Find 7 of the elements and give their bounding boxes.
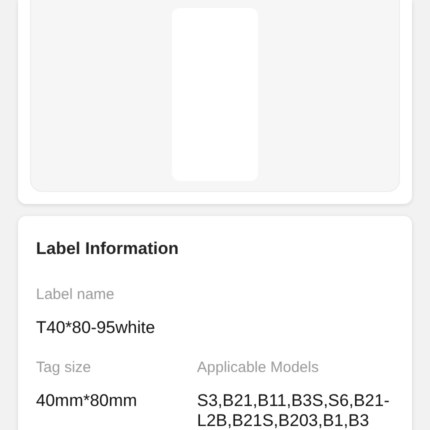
field-value: 40mm*80mm bbox=[36, 391, 138, 411]
field-label: Tag size bbox=[36, 359, 92, 378]
field-label: Applicable Models bbox=[197, 359, 320, 378]
section-title: Label Information bbox=[36, 238, 180, 260]
field-value: S3,B21,B11,B3S,S6,B21-L2B,B21S,B203,B1,B3 bbox=[197, 391, 390, 430]
field-value: T40*80-95white bbox=[36, 318, 156, 338]
field-label: Label name bbox=[36, 286, 116, 304]
